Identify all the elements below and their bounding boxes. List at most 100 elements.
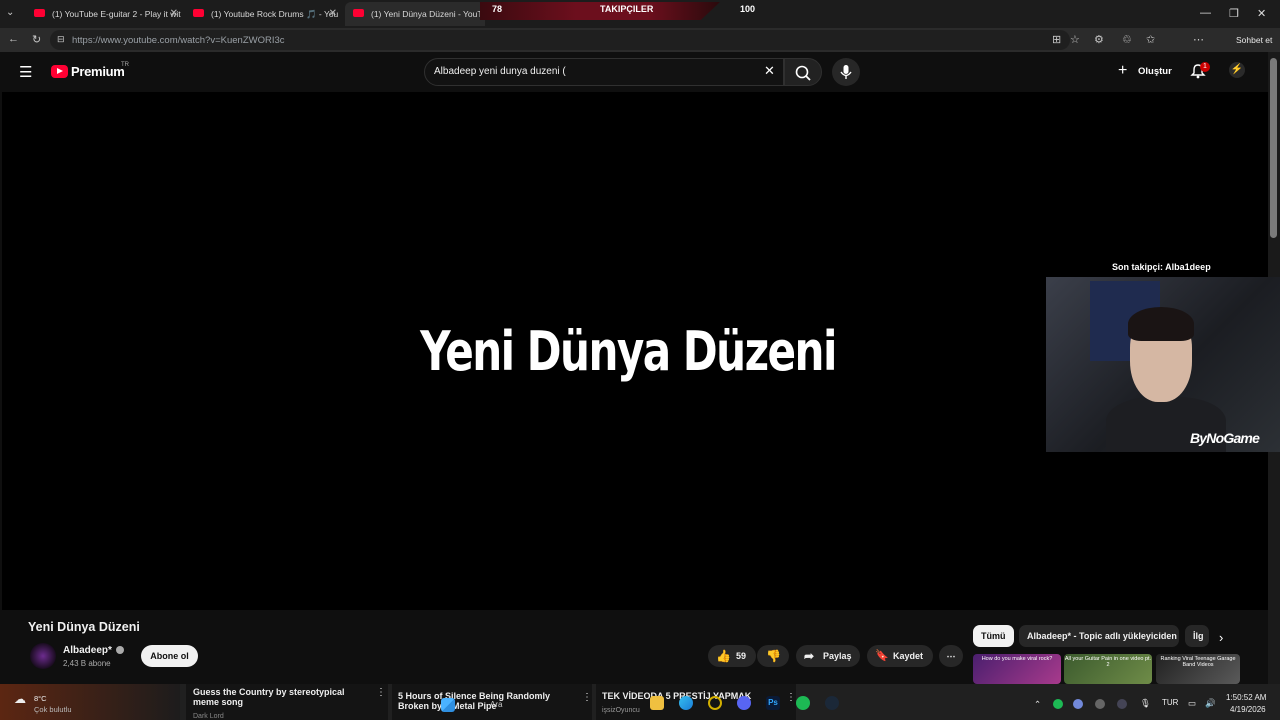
media-card-menu-icon[interactable]: ⋮ — [582, 692, 592, 703]
youtube-favicon-icon — [34, 9, 45, 17]
photoshop-icon[interactable]: Ps — [766, 696, 780, 710]
chip-related[interactable]: İlg — [1185, 625, 1209, 647]
file-explorer-icon[interactable] — [650, 696, 664, 710]
more-actions-button[interactable]: ⋯ — [939, 645, 963, 667]
more-options-icon[interactable]: ⋯ — [1193, 33, 1204, 46]
tray-spotify-icon[interactable] — [1053, 699, 1063, 709]
minimize-icon[interactable]: — — [1200, 7, 1211, 19]
video-title: Yeni Dünya Düzeni — [28, 620, 140, 634]
windows-start-icon[interactable] — [441, 698, 455, 712]
like-button[interactable]: 👍 59 — [708, 645, 756, 667]
app-circle-icon[interactable] — [708, 696, 722, 710]
tray-mic-icon[interactable]: 🎙 — [1140, 698, 1151, 709]
weather-widget[interactable] — [0, 684, 180, 720]
account-avatar[interactable]: ⚡ — [1229, 62, 1245, 78]
close-tab-icon[interactable]: ✕ — [329, 8, 337, 19]
favorites-icon[interactable]: ✩ — [1146, 33, 1155, 46]
favorite-star-icon[interactable]: ☆ — [1070, 33, 1080, 46]
related-thumbnail-1[interactable]: How do you make viral rock? — [973, 654, 1061, 684]
subscriber-count: 2,43 B abone — [63, 659, 111, 668]
close-window-icon[interactable]: ✕ — [1257, 7, 1266, 20]
media-card-channel: işsizOyuncu — [602, 707, 640, 714]
steam-icon[interactable] — [825, 696, 839, 710]
copilot-chat-label[interactable]: Sohbet et — [1236, 35, 1272, 45]
thumbnail-text: Ranking Viral Teenage Garage Band Videos — [1160, 656, 1236, 668]
tab-drums[interactable]: (1) Youtube Rock Drums 🎵 - You ✕ — [185, 2, 343, 26]
save-label: Kaydet — [893, 651, 924, 661]
tray-discord-icon[interactable] — [1073, 699, 1083, 709]
related-thumbnail-3[interactable]: Ranking Viral Teenage Garage Band Videos — [1156, 654, 1240, 684]
search-button[interactable] — [784, 58, 822, 86]
webcam-person-hair — [1128, 307, 1194, 341]
region-code: TR — [121, 62, 129, 68]
media-card-menu-icon[interactable]: ⋮ — [376, 687, 386, 698]
clock-date[interactable]: 4/19/2026 — [1230, 705, 1266, 714]
menu-icon[interactable]: ☰ — [19, 63, 32, 81]
follower-goal-label: TAKIPÇILER — [600, 4, 654, 14]
site-info-icon[interactable]: ⊟ — [57, 34, 65, 45]
app-available-icon[interactable]: ⊞ — [1052, 33, 1061, 46]
clear-search-icon[interactable]: ✕ — [764, 63, 775, 79]
tray-app-icon[interactable] — [1095, 699, 1105, 709]
tab-label: (1) YouTube E-guitar 2 - Play it wit — [52, 9, 181, 19]
performance-icon[interactable]: ♲ — [1122, 33, 1132, 46]
close-tab-icon[interactable]: ✕ — [170, 8, 178, 19]
keyboard-language[interactable]: TUR — [1162, 698, 1178, 707]
notification-count-badge: 1 — [1200, 62, 1210, 72]
thumbs-down-icon: 👎 — [766, 649, 781, 663]
taskbar-search-label[interactable]: Ara — [490, 700, 502, 709]
tab-list-chevron-icon[interactable]: ⌄ — [6, 7, 14, 18]
youtube-favicon-icon — [193, 9, 204, 17]
video-on-screen-title: Yeni Dünya Düzeni — [420, 320, 837, 383]
youtube-logo-text[interactable]: Premium — [71, 64, 125, 79]
follower-goal-count: 100 — [740, 4, 756, 14]
share-arrow-icon: ➦ — [804, 649, 815, 663]
thumbs-up-icon: 👍 — [716, 649, 731, 663]
channel-name[interactable]: Albadeep* — [63, 645, 112, 656]
browser-tab-bar: ⌄ (1) YouTube E-guitar 2 - Play it wit ✕… — [0, 0, 1280, 28]
discord-icon[interactable] — [737, 696, 751, 710]
chip-topic-uploader[interactable]: Albadeep* - Topic adlı yükleyiciden — [1019, 625, 1179, 647]
youtube-favicon-icon — [353, 9, 364, 17]
dislike-button[interactable]: 👎 — [757, 645, 789, 667]
create-plus-icon[interactable]: + — [1118, 62, 1127, 80]
spotify-icon[interactable] — [796, 696, 810, 710]
show-hidden-icons-icon[interactable]: ⌃ — [1034, 699, 1041, 710]
tab-yeni-dunya[interactable]: (1) Yeni Dünya Düzeni - YouTube — [345, 2, 485, 26]
subscribe-button[interactable]: Abone ol — [141, 645, 198, 667]
youtube-logo-icon[interactable] — [51, 65, 68, 78]
maximize-icon[interactable]: ❐ — [1229, 7, 1239, 20]
back-icon[interactable]: ← — [8, 33, 19, 45]
edge-browser-icon[interactable] — [679, 696, 693, 710]
chevron-right-icon[interactable]: › — [1219, 630, 1223, 645]
volume-icon[interactable]: 🔊 — [1205, 698, 1216, 709]
url-text: https://www.youtube.com/watch?v=KuenZWOR… — [72, 35, 285, 46]
last-follower-label: Son takipçi: Alba1deep — [1112, 262, 1211, 272]
voice-search-button[interactable] — [832, 58, 860, 86]
clock-time[interactable]: 1:50:52 AM — [1226, 693, 1266, 702]
network-icon[interactable]: ▭ — [1188, 698, 1196, 709]
weather-description: Çok bulutlu — [34, 705, 72, 714]
scrollbar-thumb[interactable] — [1270, 58, 1277, 238]
tab-guitar[interactable]: (1) YouTube E-guitar 2 - Play it wit ✕ — [26, 2, 184, 26]
chip-all[interactable]: Tümü — [973, 625, 1014, 647]
thumbnail-text: How do you make viral rock? — [981, 656, 1053, 662]
media-card-channel: Dark Lord — [193, 713, 224, 720]
create-button[interactable]: Oluştur — [1138, 66, 1172, 77]
more-horizontal-icon: ⋯ — [946, 651, 956, 661]
refresh-icon[interactable]: ↻ — [32, 33, 41, 46]
streamer-webcam — [1046, 277, 1280, 452]
channel-avatar[interactable] — [30, 643, 56, 669]
media-card-1[interactable]: Guess the Country by stereotypical meme … — [186, 684, 388, 720]
tray-steam-icon[interactable] — [1117, 699, 1127, 709]
save-button[interactable]: 🔖 Kaydet — [867, 645, 933, 667]
bookmark-icon: 🔖 — [875, 650, 889, 662]
extensions-icon[interactable]: ⚙ — [1094, 33, 1104, 46]
like-count: 59 — [736, 651, 747, 661]
media-card-menu-icon[interactable]: ⋮ — [786, 692, 796, 703]
share-button[interactable]: ➦ Paylaş — [796, 645, 860, 667]
related-thumbnail-2[interactable]: All your Guitar Pain in one video pt. 2 — [1064, 654, 1152, 684]
tab-label: (1) Youtube Rock Drums 🎵 - You — [211, 8, 339, 19]
verified-check-icon — [116, 646, 124, 654]
address-bar: ← ↻ ⊟ https://www.youtube.com/watch?v=Ku… — [0, 28, 1280, 77]
